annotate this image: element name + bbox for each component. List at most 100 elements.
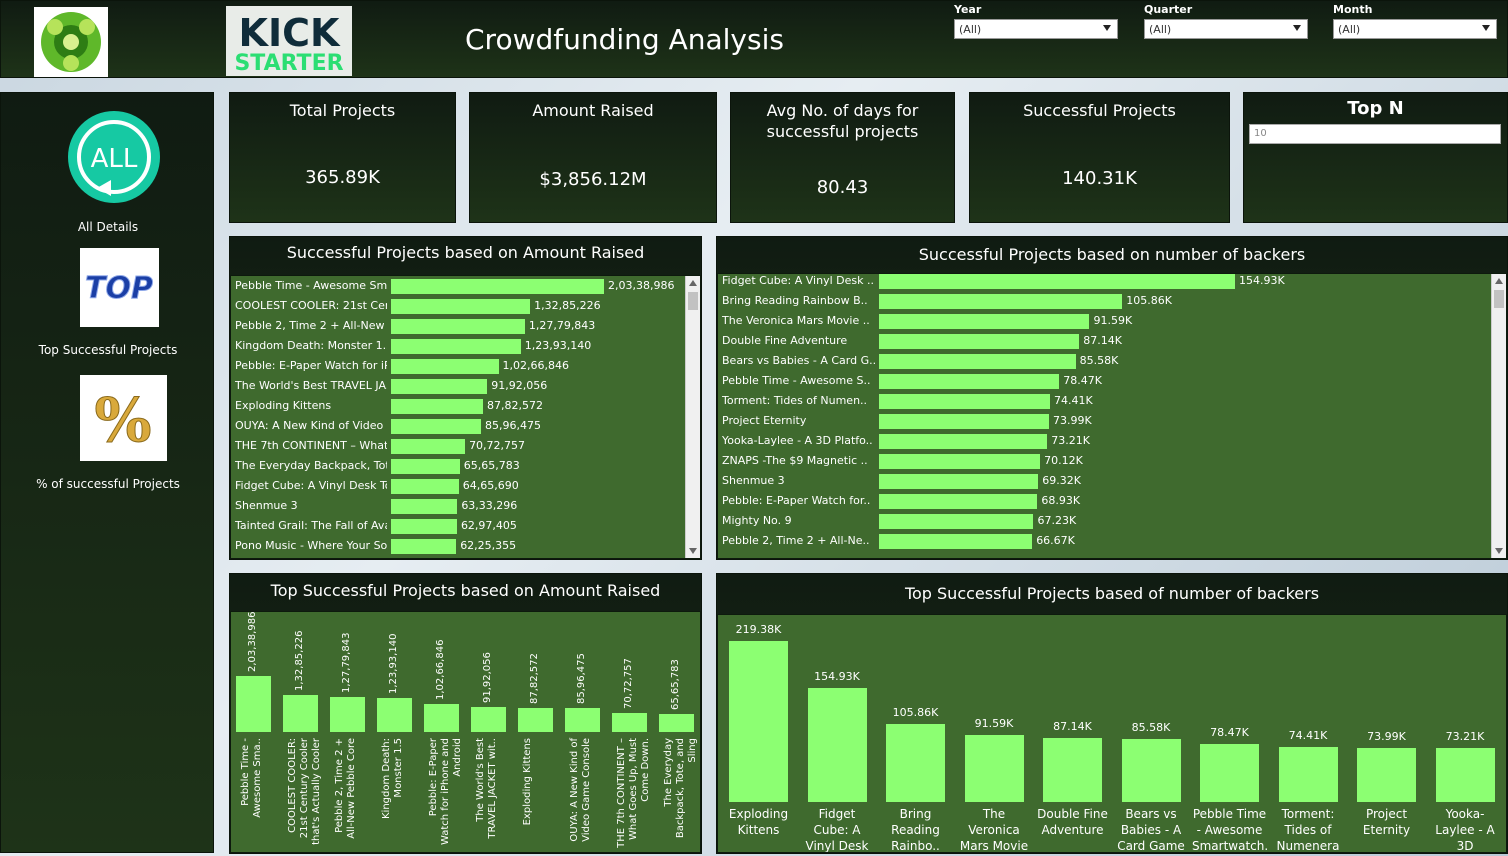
bar-value: 78.47K	[1063, 374, 1103, 387]
kpi-title: Amount Raised	[532, 101, 654, 120]
chart-row: Bears vs Babies - A Card G.. 85.58K	[718, 351, 1506, 371]
bar-label: Bring Reading Rainbo..	[891, 807, 940, 853]
all-icon[interactable]: ALL	[67, 110, 161, 204]
bar-label: Kingdom Death: Monster 1.5	[235, 339, 387, 352]
sidebar: ALL All Details TOP Top Successful Proje…	[0, 92, 214, 853]
filter-year-dropdown[interactable]: (All)	[954, 19, 1118, 39]
bar-label: Pebble Time - Awesome Sma..	[240, 738, 263, 818]
chart-row: Project Eternity 73.99K	[718, 411, 1506, 431]
chart-row: Fidget Cube: A Vinyl Desk .. 154.93K	[718, 274, 1506, 291]
chart-row: COOLEST COOLER: 21st Cent.. 1,32,85,226	[231, 296, 700, 316]
bar	[391, 499, 458, 514]
filter-month-dropdown[interactable]: (All)	[1333, 19, 1497, 39]
bar	[391, 339, 521, 354]
chart-row: Double Fine Adventure 87.14K	[718, 331, 1506, 351]
bar-value: 73.99K	[1053, 414, 1092, 427]
bar-label: COOLEST COOLER: 21st Cent..	[235, 299, 387, 312]
top-projects-label[interactable]: Top Successful Projects	[1, 343, 215, 357]
bar-value: 2,03,38,986	[247, 611, 258, 672]
bar-label: Project Eternity	[1362, 807, 1411, 837]
bar-label: Pebble Time - Awesome Smartwatch..	[1192, 807, 1267, 853]
kpi-amount-raised: Amount Raised $3,856.12M	[469, 92, 717, 223]
bar-label: ZNAPS -The $9 Magnetic ..	[722, 454, 868, 467]
bar-label: Torment: Tides of Numen..	[722, 394, 868, 407]
all-details-label[interactable]: All Details	[1, 220, 215, 234]
bar	[1043, 738, 1102, 802]
bar	[391, 419, 482, 434]
bar-label: Fidget Cube: A Vinyl Desk Toy	[235, 479, 387, 492]
bar-value: 67.23K	[1037, 514, 1077, 527]
chart-top-backers: 219.38K Exploding Kittens 154.93K Fidget Cu…	[717, 614, 1507, 853]
bar	[391, 319, 525, 334]
bar-label: THE 7th CONTINENT – What ..	[235, 439, 387, 452]
chart-row: Kingdom Death: Monster 1.5 1,23,93,140	[231, 336, 700, 356]
chart-row: Pebble Time - Awesome S.. 78.47K	[718, 371, 1506, 391]
percent-successful-label[interactable]: % of successful Projects	[1, 477, 215, 491]
bar-label: Mighty No. 9	[722, 514, 792, 527]
chart-row: Pebble: E-Paper Watch for iP.. 1,02,66,84…	[231, 356, 700, 376]
bar	[879, 474, 1039, 489]
bar	[612, 712, 647, 732]
chart-row: Torment: Tides of Numen.. 74.41K	[718, 391, 1506, 411]
bar-value: 87.14K	[1053, 720, 1092, 734]
chart-row: Shenmue 3 63,33,296	[231, 496, 700, 516]
bar-value: 91,92,056	[482, 651, 493, 703]
kpi-successful-projects: Successful Projects 140.31K	[969, 92, 1230, 223]
top-icon[interactable]: TOP	[80, 248, 159, 327]
filter-year[interactable]: Year (All)	[954, 3, 1118, 39]
bar-value: 70,72,757	[623, 657, 634, 709]
percent-successful-button[interactable]: %	[80, 375, 167, 461]
chart-row: Yooka-Laylee - A 3D Platfo.. 73.21K	[718, 431, 1506, 451]
bar-label: Fidget Cube: A Vinyl Desk ..	[722, 274, 874, 287]
bar	[964, 734, 1024, 802]
filter-month[interactable]: Month (All)	[1333, 3, 1497, 39]
chevron-down-icon[interactable]	[1293, 25, 1301, 31]
bar	[879, 414, 1049, 429]
svg-text:KICK: KICK	[239, 11, 341, 55]
bar	[807, 688, 867, 802]
chart-row: Bring Reading Rainbow B.. 105.86K	[718, 291, 1506, 311]
bar	[391, 359, 499, 374]
bar-label: Shenmue 3	[722, 474, 785, 487]
bar-value: 65,65,783	[670, 659, 681, 710]
bar	[879, 494, 1038, 509]
bar-value: 1,32,85,226	[294, 630, 305, 692]
chart-row: Fidget Cube: A Vinyl Desk Toy 64,65,690	[231, 476, 700, 496]
bar	[283, 695, 318, 732]
bar	[879, 534, 1033, 549]
bar-value: 74.41K	[1288, 729, 1328, 743]
filter-quarter[interactable]: Quarter (All)	[1144, 3, 1308, 39]
bar-label: The World's Best TRAVEL JACKET wit..	[475, 738, 498, 839]
header-bar: KICK STARTER Crowdfunding Analysis Year …	[0, 0, 1508, 78]
top-projects-button[interactable]: TOP	[80, 248, 159, 327]
percent-icon[interactable]: %	[80, 375, 167, 461]
bar	[391, 519, 457, 534]
bar-value: 154.93K	[814, 670, 860, 684]
topn-input[interactable]: 10	[1249, 124, 1501, 144]
svg-text:ALL: ALL	[91, 144, 138, 174]
bar	[879, 314, 1090, 329]
bar-value: 85.58K	[1131, 721, 1171, 735]
bar-value: 65,65,783	[463, 459, 520, 472]
bar-label: THE 7th CONTINENT – What Goes Up, Must C…	[616, 738, 651, 848]
bar	[518, 707, 553, 732]
bar	[1435, 748, 1495, 802]
bar-label: Tainted Grail: The Fall of Ava..	[235, 519, 387, 532]
filter-quarter-dropdown[interactable]: (All)	[1144, 19, 1308, 39]
bar-value: 91.59K	[1093, 314, 1133, 327]
kpi-title: Total Projects	[289, 101, 396, 120]
bar-label: Pebble Time - Awesome Sma..	[235, 279, 387, 292]
bar-label: Torment: Tides of Numenera	[1276, 807, 1340, 853]
kickstarter-logo: KICK STARTER	[226, 6, 352, 76]
kpi-value: $3,856.12M	[539, 169, 647, 190]
all-details-button[interactable]: ALL	[67, 110, 161, 204]
bar-label: Fidget Cube: A Vinyl Desk Toy	[805, 807, 869, 853]
bar-value: 69.32K	[1042, 474, 1081, 487]
kpi-value: 80.43	[816, 177, 869, 198]
kpi-total-projects: Total Projects 365.89K	[229, 92, 456, 223]
chart-amount-raised-panel: Successful Projects based on Amount Rais…	[229, 236, 702, 560]
chevron-down-icon[interactable]	[1482, 25, 1490, 31]
bar-value: 105.86K	[892, 706, 939, 720]
bar-value: 64,65,690	[462, 479, 519, 492]
chevron-down-icon[interactable]	[1103, 25, 1111, 31]
